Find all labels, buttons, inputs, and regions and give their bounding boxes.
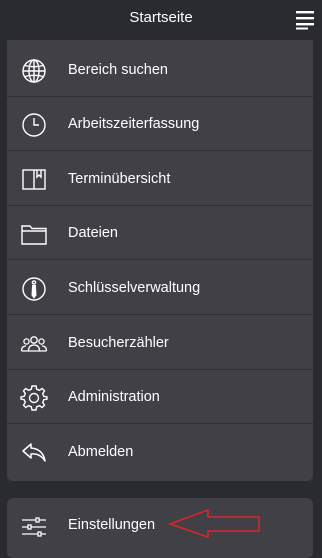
gear-icon — [20, 385, 48, 411]
menu-item-abmelden[interactable]: Abmelden — [7, 425, 313, 479]
menu-item-label: Bereich suchen — [68, 62, 168, 78]
book-icon — [22, 169, 46, 190]
settings-button[interactable]: Einstellungen — [7, 498, 313, 558]
red-arrow-annotation — [168, 508, 260, 538]
page-title: Startseite — [129, 9, 193, 26]
menu-item-administration[interactable]: Administration — [7, 370, 313, 424]
menu-item-label: Terminübersicht — [68, 171, 171, 187]
hamburger-menu-icon[interactable] — [294, 8, 316, 30]
menu-item-label: Abmelden — [68, 444, 134, 460]
globe-icon — [22, 59, 46, 83]
menu-item-label: Administration — [68, 389, 160, 405]
key-icon — [22, 277, 46, 301]
menu-item-arbeitszeiterfassung[interactable]: Arbeitszeiterfassung — [7, 97, 313, 151]
menu-item-besucherzaehler[interactable]: Besucherzähler — [7, 316, 313, 370]
people-icon — [20, 336, 48, 352]
folder-icon — [21, 225, 47, 245]
menu-item-label: Arbeitszeiterfassung — [68, 116, 200, 132]
settings-label: Einstellungen — [68, 517, 156, 533]
menu-item-label: Dateien — [68, 225, 118, 241]
app-header: Startseite — [0, 0, 322, 38]
menu-item-dateien[interactable]: Dateien — [7, 206, 313, 260]
menu-item-terminuebersicht[interactable]: Terminübersicht — [7, 152, 313, 206]
menu-item-schluesselverwaltung[interactable]: Schlüsselverwaltung — [7, 261, 313, 315]
menu-item-label: Schlüsselverwaltung — [68, 280, 201, 296]
sliders-icon — [22, 517, 46, 537]
menu-item-label: Besucherzähler — [68, 335, 169, 351]
clock-icon — [22, 113, 46, 137]
menu-item-bereich-suchen[interactable]: Bereich suchen — [7, 43, 313, 97]
main-menu: Bereich suchen Arbeitszeiterfassung Term… — [7, 40, 313, 481]
logout-arrow-icon — [22, 443, 46, 462]
